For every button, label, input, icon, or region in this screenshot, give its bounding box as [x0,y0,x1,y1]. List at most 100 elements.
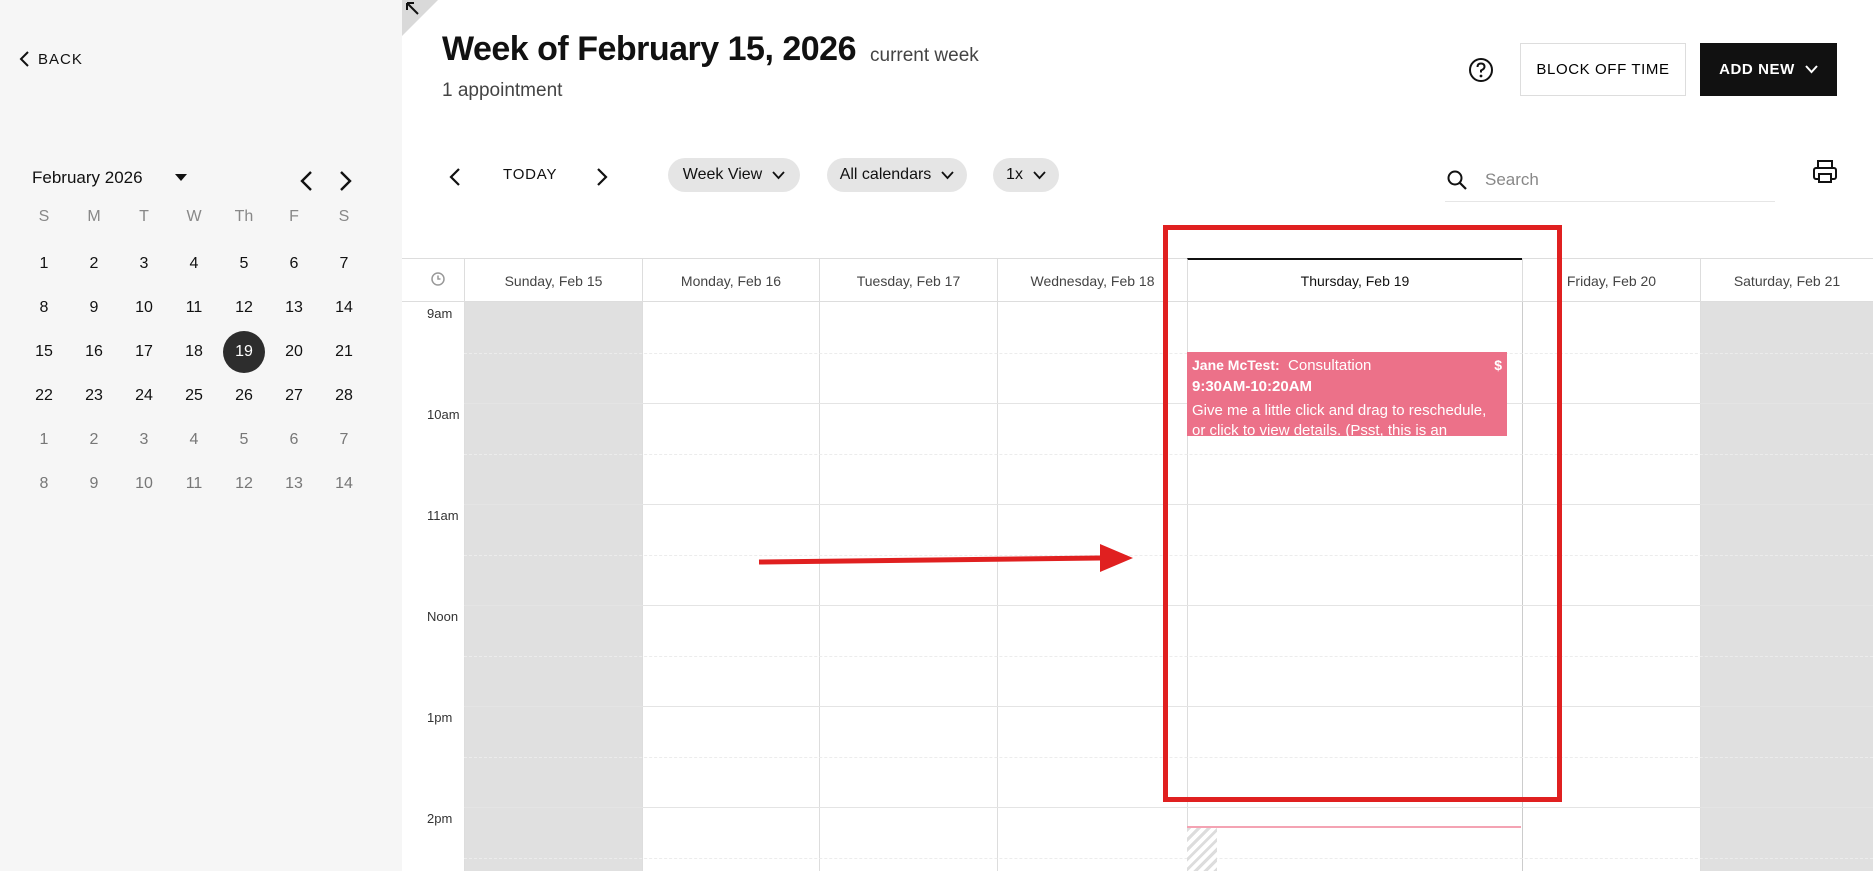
mini-calendar-day[interactable]: 3 [119,418,169,462]
day-header[interactable]: Tuesday, Feb 17 [819,259,997,302]
mini-calendar-week: 15 16 17 18 19 20 21 [19,330,369,374]
mini-calendar-day[interactable]: 21 [319,330,369,374]
weekday-header: S [338,208,350,225]
mini-calendar-day[interactable]: 4 [169,242,219,286]
mini-calendar-day[interactable]: 9 [69,286,119,330]
day-column[interactable] [642,302,819,871]
mini-calendar-day-selected[interactable]: 19 [219,330,269,374]
day-column[interactable] [819,302,997,871]
mini-calendar-day[interactable]: 13 [269,462,319,506]
next-month-button[interactable] [333,168,359,194]
mini-calendar-week: 1 2 3 4 5 6 7 [19,418,369,462]
mini-calendar-day[interactable]: 11 [169,462,219,506]
hour-line [464,403,1873,404]
day-label: 7 [339,431,349,448]
next-week-button[interactable] [588,163,616,191]
mini-calendar-day[interactable]: 7 [319,418,369,462]
day-label: 11 [185,475,203,492]
day-label: 28 [335,387,353,404]
mini-calendar-day[interactable]: 13 [269,286,319,330]
mini-calendar-day[interactable]: 5 [219,242,269,286]
day-column[interactable] [464,302,642,871]
mini-calendar-day[interactable]: 28 [319,374,369,418]
mini-calendar-day[interactable]: 14 [319,286,369,330]
mini-calendar-day[interactable]: 23 [69,374,119,418]
day-label: 4 [189,255,199,272]
today-button[interactable]: TODAY [503,166,557,183]
day-column[interactable] [997,302,1187,871]
mini-calendar-day[interactable]: 18 [169,330,219,374]
week-grid: 9am 10am 11am Noon 1pm 2pm Sunday, Feb 15 Mond… [402,258,1873,871]
day-label: 27 [285,387,303,404]
day-header-row: Sunday, Feb 15 Monday, Feb 16 Tuesday, Feb… [402,258,1873,302]
mini-calendar-day[interactable]: 8 [19,286,69,330]
mini-calendar-day[interactable]: 10 [119,286,169,330]
mini-calendar-day[interactable]: 9 [69,462,119,506]
half-hour-line [464,857,1873,859]
day-header[interactable]: Saturday, Feb 21 [1700,259,1873,302]
mini-calendar-day[interactable]: 6 [269,242,319,286]
search-input[interactable] [1485,169,1745,190]
mini-calendar-week: 22 23 24 25 26 27 28 [19,374,369,418]
prev-month-button[interactable] [293,168,319,194]
mini-calendar-day[interactable]: 7 [319,242,369,286]
day-column[interactable] [1522,302,1700,871]
block-off-time-button[interactable]: BLOCK OFF TIME [1520,43,1686,96]
mini-calendar-day[interactable]: 22 [19,374,69,418]
add-new-button[interactable]: ADD NEW [1700,43,1837,96]
mini-calendar-day[interactable]: 16 [69,330,119,374]
mini-calendar-day[interactable]: 10 [119,462,169,506]
day-header[interactable]: Friday, Feb 20 [1522,259,1700,302]
print-icon[interactable] [1811,158,1839,186]
day-header[interactable]: Sunday, Feb 15 [464,259,642,302]
mini-calendar-day[interactable]: 25 [169,374,219,418]
mini-calendar-day[interactable]: 4 [169,418,219,462]
collapse-arrow-icon[interactable] [404,0,420,16]
day-label: 5 [239,255,249,272]
mini-calendar-day[interactable]: 24 [119,374,169,418]
mini-calendar-day[interactable]: 17 [119,330,169,374]
mini-calendar-day[interactable]: 20 [269,330,319,374]
day-label: 12 [235,475,253,492]
mini-calendar-day[interactable]: 2 [69,242,119,286]
mini-calendar-day[interactable]: 27 [269,374,319,418]
zoom-select[interactable]: 1x [993,158,1059,192]
hour-line [464,504,1873,505]
mini-calendar-day[interactable]: 5 [219,418,269,462]
prev-week-button[interactable] [441,163,469,191]
mini-calendar-day[interactable]: 26 [219,374,269,418]
day-header-today[interactable]: Thursday, Feb 19 [1187,258,1522,301]
day-header[interactable]: Monday, Feb 16 [642,259,819,302]
mini-calendar-day[interactable]: 12 [219,286,269,330]
hour-label: 2pm [427,811,453,826]
mini-calendar-day[interactable]: 3 [119,242,169,286]
caret-down-icon [174,174,187,181]
day-label: 6 [289,255,299,272]
mini-calendar-day[interactable]: 8 [19,462,69,506]
zoom-label: 1x [1006,166,1023,183]
mini-calendar-day[interactable]: 15 [19,330,69,374]
chevron-right-icon [597,168,608,186]
mini-calendar-day[interactable]: 12 [219,462,269,506]
back-label: BACK [38,50,83,68]
day-label: 8 [39,299,49,316]
calendars-select[interactable]: All calendars [827,158,967,192]
today-column-edge [1522,302,1523,871]
mini-calendar-day[interactable]: 1 [19,242,69,286]
view-select[interactable]: Week View [668,158,800,192]
mini-calendar-day[interactable]: 2 [69,418,119,462]
day-column[interactable] [1700,302,1873,871]
mini-calendar-day[interactable]: 6 [269,418,319,462]
half-hour-line [464,655,1873,657]
month-select[interactable]: February 2026 [32,168,187,188]
help-icon[interactable] [1468,57,1494,83]
back-button[interactable]: BACK [18,50,83,68]
mini-calendar-day[interactable]: 1 [19,418,69,462]
day-label: 12 [235,299,253,316]
weekday-header: F [289,208,299,225]
appointment-card[interactable]: Jane McTest: Consultation $ 9:30AM-10:20… [1187,352,1507,436]
hour-label: 9am [427,306,453,321]
day-header[interactable]: Wednesday, Feb 18 [997,259,1187,302]
mini-calendar-day[interactable]: 11 [169,286,219,330]
mini-calendar-day[interactable]: 14 [319,462,369,506]
